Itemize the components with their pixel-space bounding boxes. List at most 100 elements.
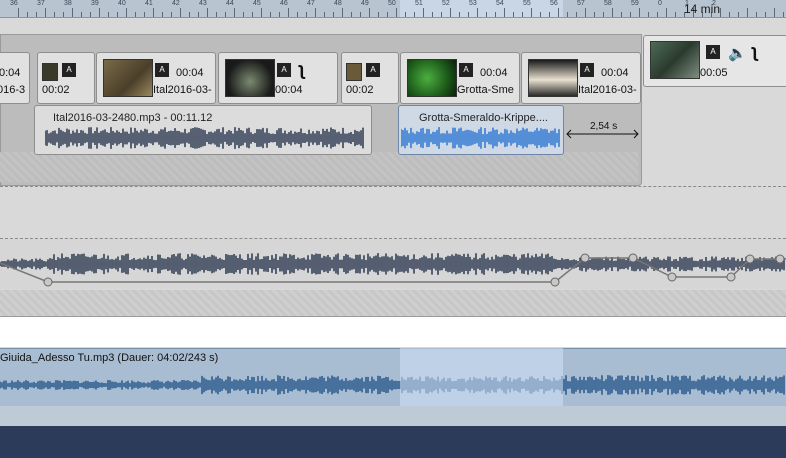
slide-clip[interactable]: A 00:04 Grotta-Sme: [400, 52, 520, 104]
ruler-tick: [477, 8, 478, 17]
image-effect-icon[interactable]: A: [580, 63, 594, 77]
ruler-number: 42: [172, 0, 180, 7]
audio-clip-label: Grotta-Smeraldo-Krippe....: [419, 112, 548, 124]
ruler-tick: [351, 12, 352, 17]
ruler-tick: [135, 12, 136, 17]
ruler-number: 49: [361, 0, 369, 7]
slide-thumbnail: [225, 59, 275, 97]
ruler-tick: [522, 12, 523, 17]
ruler-tick: [270, 12, 271, 17]
ruler-tick: [450, 8, 451, 17]
audio-clip-selected[interactable]: Grotta-Smeraldo-Krippe....: [398, 105, 564, 155]
volume-envelope[interactable]: [0, 239, 786, 289]
slide-name: Grotta-Sme: [457, 84, 514, 96]
ruler-tick: [513, 12, 514, 17]
ruler-tick: [297, 12, 298, 17]
ruler-tick: [396, 8, 397, 17]
slide-clip[interactable]: A 00:02: [341, 52, 399, 104]
slide-thumbnail: [346, 63, 362, 81]
ruler-tick: [405, 12, 406, 17]
ruler-tick: [108, 12, 109, 17]
image-effect-icon[interactable]: A: [155, 63, 169, 77]
ruler-number: 41: [145, 0, 153, 7]
ruler-tick: [459, 12, 460, 17]
image-effect-icon[interactable]: A: [366, 63, 380, 77]
ruler-tick: [171, 12, 172, 17]
ruler-number: 46: [280, 0, 288, 7]
ruler-number: 40: [118, 0, 126, 7]
audio-waveform: [401, 127, 560, 149]
ruler-tick: [216, 12, 217, 17]
ruler-tick: [594, 12, 595, 17]
slide-duration: 00:04: [480, 67, 508, 79]
slide-duration: 00:04: [601, 67, 629, 79]
ruler-number: 50: [388, 0, 396, 7]
ruler-number: 56: [550, 0, 558, 7]
ruler-tick: [414, 12, 415, 17]
slide-name: Ital2016-03-: [153, 84, 212, 96]
ruler-number: 55: [523, 0, 531, 7]
ruler-tick: [432, 12, 433, 17]
ruler-tick: [630, 12, 631, 17]
image-effect-icon[interactable]: A: [459, 63, 473, 77]
slide-clip[interactable]: A 00:04 Ital2016-03-: [521, 52, 641, 104]
ruler-tick: [783, 12, 784, 17]
image-effect-icon[interactable]: A: [277, 63, 291, 77]
slide-duration: 00:04: [275, 84, 303, 96]
ruler-tick: [747, 8, 748, 17]
ruler-number: 37: [37, 0, 45, 7]
ruler-tick: [423, 8, 424, 17]
ruler-tick: [549, 12, 550, 17]
slide-track-hatch: [0, 152, 638, 182]
ruler-tick: [621, 12, 622, 17]
ruler-tick: [675, 12, 676, 17]
audio-track[interactable]: [0, 239, 786, 289]
ruler-tick: [729, 12, 730, 17]
ruler-tick: [126, 8, 127, 17]
slide-clip[interactable]: A 00:02: [37, 52, 95, 104]
ruler-number: 54: [496, 0, 504, 7]
slide-duration: 00:02: [346, 84, 374, 96]
transition-curve-icon[interactable]: ʅ: [299, 59, 305, 80]
slide-thumbnail: [528, 59, 578, 97]
ruler-number: 0: [658, 0, 662, 7]
ruler-tick: [756, 12, 757, 17]
ruler-number: 47: [307, 0, 315, 7]
ruler-time-label: 14 min: [684, 2, 721, 16]
ruler-tick: [324, 12, 325, 17]
transition-curve-icon[interactable]: ʅ: [752, 41, 758, 62]
ruler-tick: [576, 12, 577, 17]
slide-thumbnail: [407, 59, 457, 97]
track-divider: [0, 186, 786, 187]
ruler-tick: [198, 12, 199, 17]
slide-clip[interactable]: A ʅ 00:04: [218, 52, 338, 104]
slide-thumbnail: [42, 63, 58, 81]
ruler-tick: [360, 12, 361, 17]
music-waveform: [0, 375, 785, 395]
slide-clip[interactable]: A 00:04 Ital2016-03-: [96, 52, 216, 104]
ruler-tick: [261, 8, 262, 17]
ruler-tick: [306, 12, 307, 17]
speaker-icon[interactable]: 🔈: [728, 44, 747, 62]
ruler-tick: [189, 12, 190, 17]
ruler-tick: [468, 12, 469, 17]
ruler-tick: [18, 8, 19, 17]
image-effect-icon[interactable]: A: [706, 45, 720, 59]
ruler-tick: [45, 8, 46, 17]
ruler-number: 59: [631, 0, 639, 7]
slide-clip[interactable]: A 🔈 ʅ 00:05: [643, 35, 786, 87]
audio-clip[interactable]: Ital2016-03-2480.mp3 - 00:11.12: [34, 105, 372, 155]
ruler-tick: [117, 12, 118, 17]
slide-clip[interactable]: 0:04 016-3: [0, 52, 30, 104]
ruler-tick: [387, 12, 388, 17]
ruler-number: 57: [577, 0, 585, 7]
ruler-number: 58: [604, 0, 612, 7]
ruler-number: 51: [415, 0, 423, 7]
ruler-tick: [612, 8, 613, 17]
ruler-number: 52: [442, 0, 450, 7]
track-separator: [0, 317, 786, 347]
ruler-tick: [279, 12, 280, 17]
ruler-tick: [531, 8, 532, 17]
image-effect-icon[interactable]: A: [62, 63, 76, 77]
music-track-label: Giuida_Adesso Tu.mp3 (Dauer: 04:02/243 s…: [0, 352, 219, 364]
